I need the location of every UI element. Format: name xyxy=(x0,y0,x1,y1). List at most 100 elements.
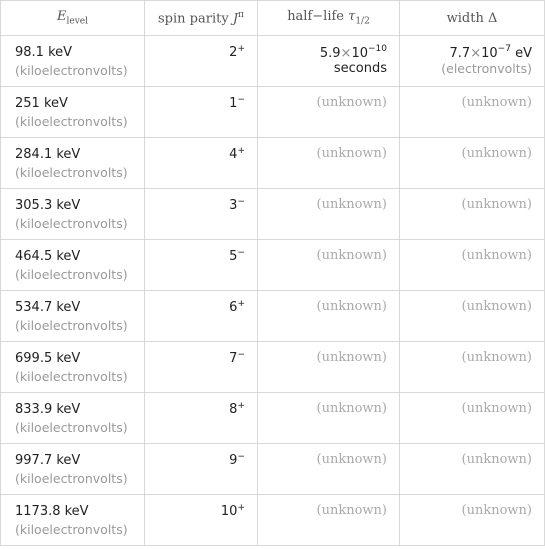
spin-parity-cell: 8+ xyxy=(144,392,258,444)
half-life-unknown: (unknown) xyxy=(316,452,387,467)
energy-level-cell: 305.3 keV (kiloelectronvolts) xyxy=(0,188,145,240)
energy-level-unit: (kiloelectronvolts) xyxy=(15,522,128,537)
energy-level-unit: (kiloelectronvolts) xyxy=(15,369,128,384)
spin-parity-cell: 1− xyxy=(144,86,258,138)
energy-level-cell: 98.1 keV (kiloelectronvolts) xyxy=(0,35,145,87)
width-cell: (unknown) xyxy=(399,86,545,138)
spin-parity-value: 6+ xyxy=(229,299,245,315)
half-life-cell: (unknown) xyxy=(257,290,400,342)
half-life-unknown: (unknown) xyxy=(316,248,387,263)
width-unknown: (unknown) xyxy=(461,299,532,314)
energy-level-unit: (kiloelectronvolts) xyxy=(15,471,128,486)
table-row: 997.7 keV (kiloelectronvolts) 9− (unknow… xyxy=(0,443,545,495)
spin-parity-value: 1− xyxy=(229,95,245,111)
spin-parity-cell: 4+ xyxy=(144,137,258,189)
energy-level-value: 98.1 keV xyxy=(15,45,73,60)
energy-level-value: 251 keV xyxy=(15,96,68,111)
half-life-cell: (unknown) xyxy=(257,341,400,393)
energy-level-unit: (kiloelectronvolts) xyxy=(15,114,128,129)
energy-level-unit: (kiloelectronvolts) xyxy=(15,267,128,282)
width-unknown: (unknown) xyxy=(461,350,532,365)
width-cell: (unknown) xyxy=(399,290,545,342)
energy-level-value: 833.9 keV xyxy=(15,402,81,417)
width-cell: (unknown) xyxy=(399,443,545,495)
half-life-unknown: (unknown) xyxy=(316,299,387,314)
table-row: 98.1 keV (kiloelectronvolts) 2+ 5.9×10−1… xyxy=(0,35,545,87)
table-row: 1173.8 keV (kiloelectronvolts) 10+ (unkn… xyxy=(0,494,545,546)
half-life-cell: (unknown) xyxy=(257,86,400,138)
half-life-cell: (unknown) xyxy=(257,392,400,444)
spin-parity-value: 8+ xyxy=(229,401,245,417)
energy-level-unit: (kiloelectronvolts) xyxy=(15,216,128,231)
header-energy-level: Elevel xyxy=(0,0,145,36)
spin-parity-cell: 2+ xyxy=(144,35,258,87)
width-cell: (unknown) xyxy=(399,188,545,240)
width-unknown: (unknown) xyxy=(461,401,532,416)
energy-level-unit: (kiloelectronvolts) xyxy=(15,165,128,180)
half-life-unknown: (unknown) xyxy=(316,401,387,416)
width-unknown: (unknown) xyxy=(461,95,532,110)
table-row: 284.1 keV (kiloelectronvolts) 4+ (unknow… xyxy=(0,137,545,189)
width-unknown: (unknown) xyxy=(461,197,532,212)
spin-parity-value: 10+ xyxy=(220,503,245,519)
half-life-cell: (unknown) xyxy=(257,137,400,189)
width-cell: 7.7×10−7 eV (electronvolts) xyxy=(399,35,545,87)
spin-parity-value: 3− xyxy=(229,197,245,213)
spin-parity-cell: 9− xyxy=(144,443,258,495)
width-cell: (unknown) xyxy=(399,494,545,546)
width-unknown: (unknown) xyxy=(461,503,532,518)
header-spin-parity: spin parity Jπ xyxy=(144,0,258,36)
spin-parity-value: 2+ xyxy=(229,44,245,60)
spin-parity-value: 5− xyxy=(229,248,245,264)
energy-level-unit: (kiloelectronvolts) xyxy=(15,63,128,78)
energy-level-unit: (kiloelectronvolts) xyxy=(15,420,128,435)
half-life-cell: (unknown) xyxy=(257,239,400,291)
energy-level-cell: 251 keV (kiloelectronvolts) xyxy=(0,86,145,138)
energy-level-value: 464.5 keV xyxy=(15,249,81,264)
half-life-unknown: (unknown) xyxy=(316,95,387,110)
width-value: 7.7×10−7 eV (electronvolts) xyxy=(441,44,532,76)
energy-level-cell: 284.1 keV (kiloelectronvolts) xyxy=(0,137,145,189)
half-life-unknown: (unknown) xyxy=(316,197,387,212)
energy-level-value: 284.1 keV xyxy=(15,147,81,162)
half-life-cell: (unknown) xyxy=(257,443,400,495)
table-row: 251 keV (kiloelectronvolts) 1− (unknown)… xyxy=(0,86,545,138)
table-row: 833.9 keV (kiloelectronvolts) 8+ (unknow… xyxy=(0,392,545,444)
energy-level-value: 1173.8 keV xyxy=(15,504,89,519)
spin-parity-value: 7− xyxy=(229,350,245,366)
energy-level-value: 534.7 keV xyxy=(15,300,81,315)
half-life-cell: (unknown) xyxy=(257,188,400,240)
energy-level-cell: 534.7 keV (kiloelectronvolts) xyxy=(0,290,145,342)
width-cell: (unknown) xyxy=(399,392,545,444)
energy-level-cell: 833.9 keV (kiloelectronvolts) xyxy=(0,392,145,444)
table-row: 305.3 keV (kiloelectronvolts) 3− (unknow… xyxy=(0,188,545,240)
spin-parity-value: 9− xyxy=(229,452,245,468)
spin-parity-cell: 7− xyxy=(144,341,258,393)
nuclear-levels-table: Elevel spin parity Jπ half−life τ1/2 wid… xyxy=(0,0,545,546)
energy-level-cell: 699.5 keV (kiloelectronvolts) xyxy=(0,341,145,393)
energy-level-value: 699.5 keV xyxy=(15,351,81,366)
table-row: 464.5 keV (kiloelectronvolts) 5− (unknow… xyxy=(0,239,545,291)
width-unknown: (unknown) xyxy=(461,248,532,263)
table-row: 699.5 keV (kiloelectronvolts) 7− (unknow… xyxy=(0,341,545,393)
half-life-unknown: (unknown) xyxy=(316,503,387,518)
width-cell: (unknown) xyxy=(399,137,545,189)
half-life-unknown: (unknown) xyxy=(316,350,387,365)
spin-parity-cell: 5− xyxy=(144,239,258,291)
half-life-cell: (unknown) xyxy=(257,494,400,546)
width-cell: (unknown) xyxy=(399,239,545,291)
spin-parity-cell: 6+ xyxy=(144,290,258,342)
energy-level-unit: (kiloelectronvolts) xyxy=(15,318,128,333)
spin-parity-value: 4+ xyxy=(229,146,245,162)
spin-parity-cell: 10+ xyxy=(144,494,258,546)
table-row: 534.7 keV (kiloelectronvolts) 6+ (unknow… xyxy=(0,290,545,342)
spin-parity-cell: 3− xyxy=(144,188,258,240)
energy-level-cell: 997.7 keV (kiloelectronvolts) xyxy=(0,443,145,495)
energy-level-cell: 464.5 keV (kiloelectronvolts) xyxy=(0,239,145,291)
header-width: width Δ xyxy=(399,0,545,36)
header-row: Elevel spin parity Jπ half−life τ1/2 wid… xyxy=(0,0,545,36)
width-unknown: (unknown) xyxy=(461,146,532,161)
header-half-life: half−life τ1/2 xyxy=(257,0,400,36)
half-life-cell: 5.9×10−10 seconds xyxy=(257,35,400,87)
energy-level-value: 305.3 keV xyxy=(15,198,81,213)
